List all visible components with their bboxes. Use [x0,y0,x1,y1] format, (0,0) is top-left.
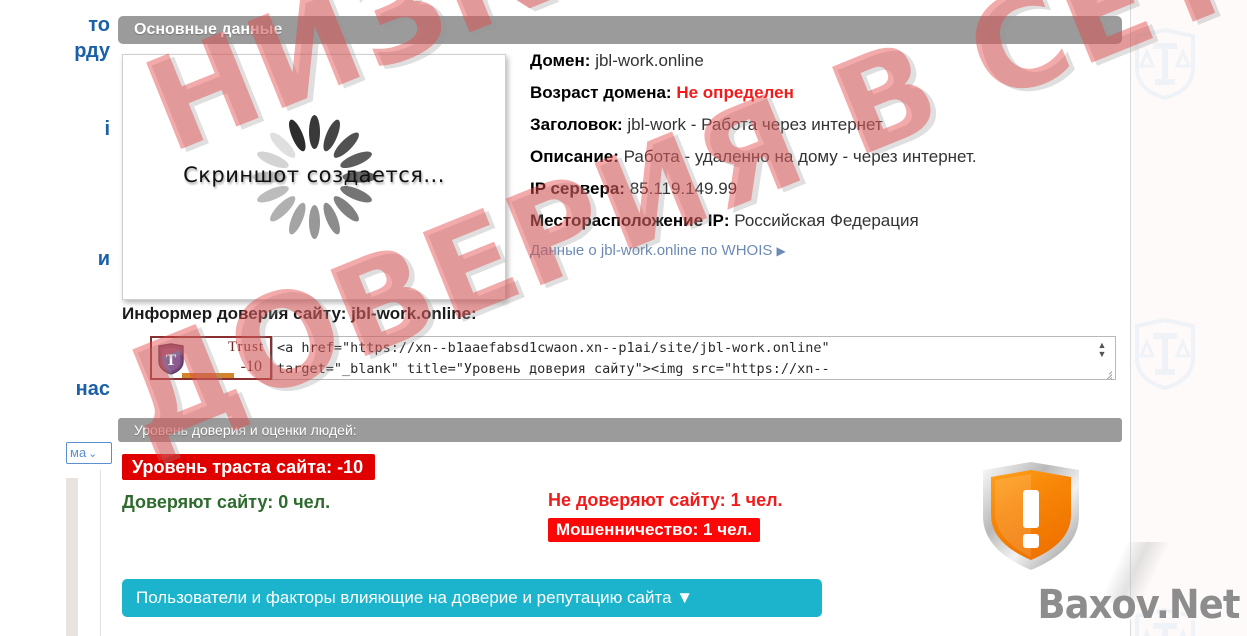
site-screenshot-placeholder[interactable]: Скриншот создается... [122,54,506,300]
label-ip: IP сервера: [530,179,625,198]
informer-code-textarea[interactable]: <a href="https://xn--b1aaefabsd1cwaon.xn… [272,336,1116,380]
fraud-count-badge: Мошенничество: 1 чел. [548,518,761,542]
left-nav-fragment-1[interactable]: рду [74,40,110,63]
value-domain: jbl-work.online [595,51,704,70]
trust-shield-icon: T [158,343,184,375]
value-geo: Российская Федерация [734,211,919,230]
main-content: Основные данные Скриншот создается... До… [118,0,1130,636]
informer-code-text: <a href="https://xn--b1aaefabsd1cwaon.xn… [277,340,830,377]
trust-level-badge: Уровень траста сайта: -10 [122,454,376,480]
left-nav-fragment-2[interactable]: і [104,118,110,141]
badge-word: Trust [227,339,264,355]
badge-score: -10 [240,358,262,375]
trust-yes-count: Доверяют сайту: 0 чел. [122,492,331,512]
informer-title: Информер доверия сайту: jbl-work.online: [122,304,477,323]
value-ip: 85.119.149.99 [629,179,738,198]
spinner-down-icon[interactable]: ▼ [1095,350,1109,359]
spinner-petal [308,115,320,149]
site-info-list: Домен: jbl-work.online Возраст домена: Н… [530,50,1110,259]
value-age: Не определен [676,83,794,102]
trust-informer-badge[interactable]: T Trust -10 [150,336,272,380]
value-title: jbl-work - Работа через интернет [627,115,883,134]
left-nav-column: то рду і и нас ма ⌄ [0,0,118,636]
label-title: Заголовок: [530,115,623,134]
arrow-right-icon: ▶ [776,244,786,258]
left-nav-fragment-3[interactable]: и [98,248,110,271]
label-domain: Домен: [530,51,591,70]
info-row-age: Возраст домена: Не определен [530,82,1110,104]
sidebar-shield-watermark [1135,28,1195,100]
whois-link[interactable]: Данные о jbl-work.online по WHOIS ▶ [530,242,1110,259]
left-divider [100,470,101,636]
sidebar-shield-watermark [1135,318,1195,390]
info-row-title: Заголовок: jbl-work - Работа через интер… [530,114,1110,136]
site-logo: Baxov.Net [1037,582,1240,628]
svg-text:T: T [166,352,177,369]
section-header-trust: Уровень доверия и оценки людей: [118,418,1122,442]
trust-no-count: Не доверяют сайту: 1 чел. [548,490,783,510]
screenshot-status-text: Скриншот создается... [183,163,445,187]
label-description: Описание: [530,147,619,166]
textarea-resize-handle[interactable] [1101,366,1113,379]
section-header-main-data: Основные данные [118,16,1122,44]
page-root: то рду і и нас ма ⌄ Основные данные Скриншот … [0,0,1247,636]
chevron-down-icon: ⌄ [88,448,98,460]
badge-underline-bar [182,373,234,378]
label-age: Возраст домена: [530,83,672,102]
left-nav-fragment-4[interactable]: нас [76,378,110,401]
info-row-domain: Домен: jbl-work.online [530,50,1110,72]
expand-users-factors-button[interactable]: Пользователи и факторы влияющие на довер… [122,579,822,617]
left-select[interactable]: ма ⌄ [66,442,112,464]
value-description: Работа - удаленно на дому - через интерн… [623,147,977,166]
textarea-spinner-control[interactable]: ▲ ▼ [1095,341,1109,361]
left-nav-fragment-0[interactable]: то [88,14,110,37]
info-row-description: Описание: Работа - удаленно на дому - че… [530,146,1110,168]
info-row-ip: IP сервера: 85.119.149.99 [530,178,1110,200]
informer-row: T Trust -10 <a href="https://xn--b1aaefa… [150,336,1116,384]
spinner-petal [308,205,320,239]
whois-link-text: Данные о jbl-work.online по WHOIS [530,242,773,259]
info-row-geo: Месторасположение IP: Российская Федерац… [530,210,1110,232]
right-sidebar [1130,0,1247,636]
label-geo: Месторасположение IP: [530,211,730,230]
left-color-strip [66,478,78,636]
left-select-value: ма [70,445,87,460]
